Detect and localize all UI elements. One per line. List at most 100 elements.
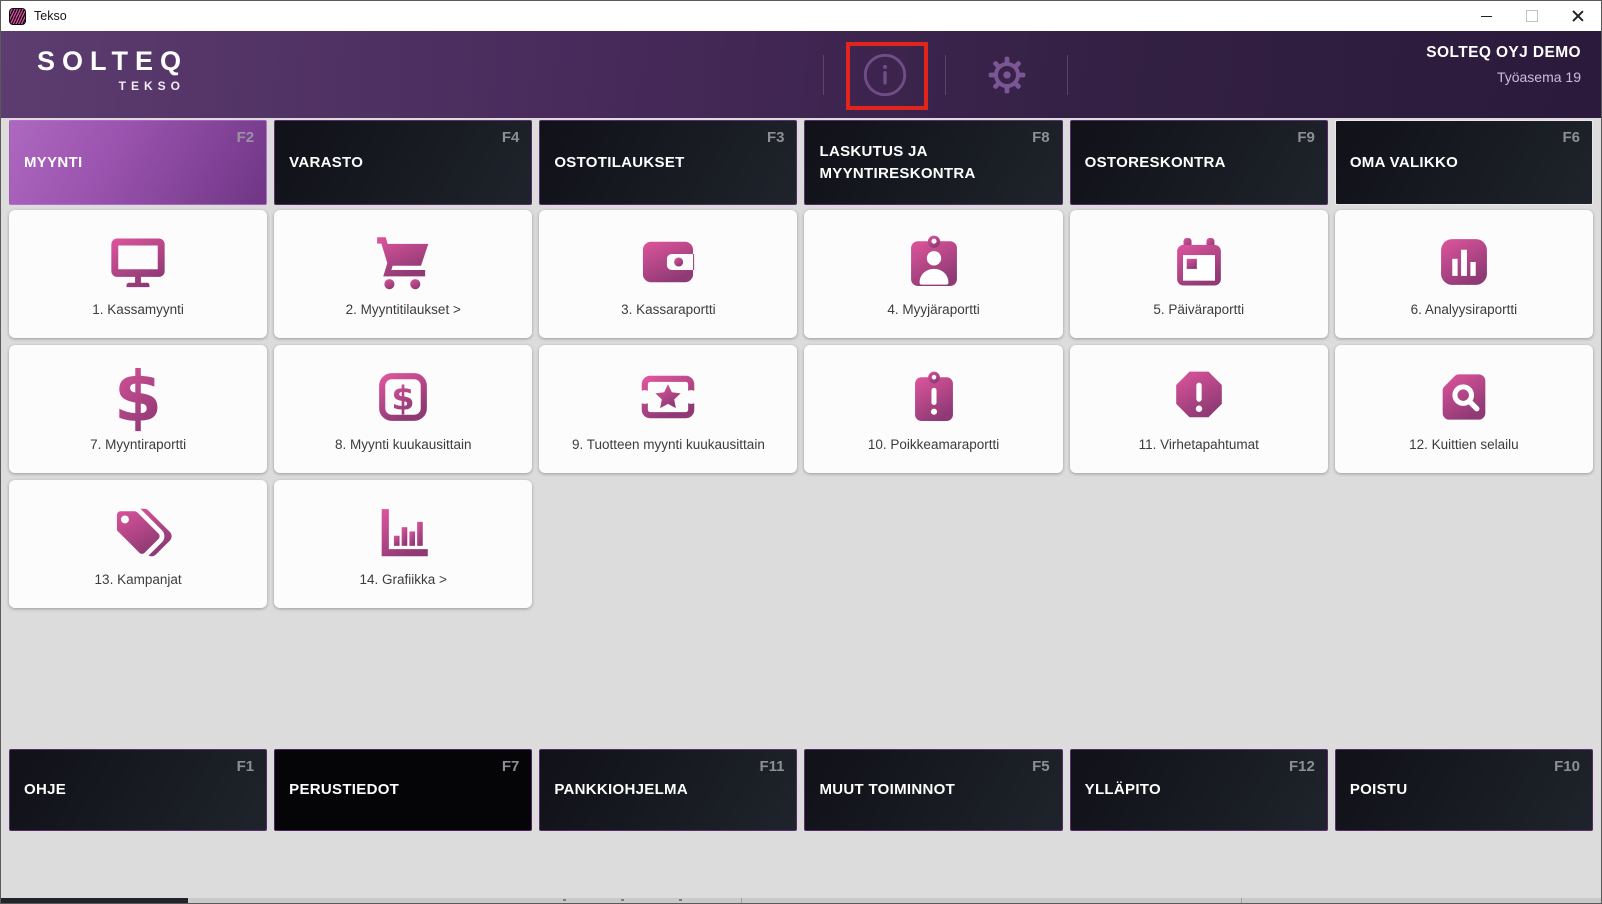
taskbar-peek bbox=[1, 898, 1601, 903]
tile-9-tuotteen-myynti-kuukausittain[interactable]: 9. Tuotteen myynti kuukausittain bbox=[539, 345, 798, 473]
tile-label: 14. Grafiikka > bbox=[359, 572, 447, 587]
svg-text:$: $ bbox=[114, 358, 162, 438]
tab-ostotilaukset[interactable]: F3 OSTOTILAUKSET bbox=[539, 120, 798, 205]
settings-button[interactable] bbox=[946, 31, 1067, 118]
top-tab-bar: F2 MYYNTI F4 VARASTO F3 OSTOTILAUKSET F8… bbox=[9, 120, 1593, 205]
taskbar-peek-dark bbox=[1, 898, 188, 903]
company-name: SOLTEQ OYJ DEMO bbox=[1426, 44, 1581, 61]
fkey-badge: F2 bbox=[236, 129, 255, 146]
fkey-badge: F7 bbox=[501, 758, 520, 775]
fkey-badge: F5 bbox=[1032, 758, 1050, 775]
divider bbox=[1067, 54, 1068, 95]
tile-label: 6. Analyysiraportti bbox=[1410, 302, 1518, 317]
tile-label: 5. Päiväraportti bbox=[1153, 302, 1245, 317]
tab-label: OMA VALIKKO bbox=[1349, 153, 1459, 171]
bar-graph-icon bbox=[371, 496, 435, 568]
fkey-badge: F6 bbox=[1562, 129, 1580, 146]
tile-5-päiväraportti[interactable]: 5. Päiväraportti bbox=[1069, 210, 1328, 338]
tile-label: 9. Tuotteen myynti kuukausittain bbox=[571, 437, 765, 452]
fkey-badge: F4 bbox=[501, 129, 520, 146]
titlebar: Tekso bbox=[1, 1, 1601, 31]
app-header: SOLTEQ TEKSO SOLTEQ OYJ DEMO Työasema 19 bbox=[1, 31, 1601, 118]
tile-label: 13. Kampanjat bbox=[94, 572, 182, 587]
tab-ostoreskontra[interactable]: F9 OSTORESKONTRA bbox=[1069, 120, 1328, 205]
tile-12-kuittien-selailu[interactable]: 12. Kuittien selailu bbox=[1334, 345, 1593, 473]
tile-label: 7. Myyntiraportti bbox=[90, 437, 187, 452]
tile-label: 2. Myyntitilaukset > bbox=[345, 302, 461, 317]
clipboard-alert-icon bbox=[902, 361, 966, 433]
tab-myynti[interactable]: F2 MYYNTI bbox=[9, 120, 268, 205]
button-perustiedot[interactable]: F7 PERUSTIEDOT bbox=[274, 749, 533, 831]
tab-label: POISTU bbox=[1349, 781, 1408, 799]
close-icon bbox=[1572, 10, 1584, 22]
tab-label: MYYNTI bbox=[24, 153, 83, 171]
fkey-badge: F3 bbox=[766, 129, 785, 146]
button-muut-toiminnot[interactable]: F5 MUUT TOIMINNOT bbox=[804, 749, 1063, 831]
info-button[interactable] bbox=[824, 31, 945, 118]
tile-13-kampanjat[interactable]: 13. Kampanjat bbox=[9, 480, 268, 608]
tile-label: 10. Poikkeamaraportti bbox=[867, 437, 1000, 452]
receipt-search-icon bbox=[1432, 361, 1496, 433]
fkey-badge: F12 bbox=[1288, 758, 1315, 775]
gear-icon bbox=[988, 56, 1025, 93]
window-title: Tekso bbox=[34, 9, 67, 23]
workstation-label: Työasema 19 bbox=[1496, 69, 1581, 85]
tile-8-myynti-kuukausittain[interactable]: $ 8. Myynti kuukausittain bbox=[274, 345, 533, 473]
tile-7-myyntiraportti[interactable]: $ 7. Myyntiraportti bbox=[9, 345, 268, 473]
session-info: SOLTEQ OYJ DEMO Työasema 19 bbox=[1426, 44, 1581, 85]
solteq-logo: SOLTEQ TEKSO bbox=[37, 48, 188, 94]
tile-11-virhetapahtumat[interactable]: 11. Virhetapahtumat bbox=[1069, 345, 1328, 473]
button-ylläpito[interactable]: F12 YLLÄPITO bbox=[1069, 749, 1328, 831]
tab-laskutus-ja-myyntireskontra[interactable]: F8 LASKUTUS JA MYYNTIRESKONTRA bbox=[804, 120, 1063, 205]
calendar-icon bbox=[1167, 226, 1231, 298]
tab-label: OSTORESKONTRA bbox=[1084, 153, 1226, 171]
minimize-button[interactable] bbox=[1463, 1, 1509, 31]
tile-3-kassaraportti[interactable]: 3. Kassaraportti bbox=[539, 210, 798, 338]
bill-dollar-icon: $ bbox=[371, 361, 435, 433]
tick bbox=[621, 899, 624, 901]
logo-secondary-text: TEKSO bbox=[118, 79, 186, 93]
id-badge-icon bbox=[902, 226, 966, 298]
app-window: Tekso SOLTEQ TEKSO SOLTEQ OYJ DEMO Työas… bbox=[0, 0, 1602, 904]
tile-2-myyntitilaukset[interactable]: 2. Myyntitilaukset > bbox=[274, 210, 533, 338]
bottom-tab-bar: F1 OHJE F7 PERUSTIEDOT F11 PANKKIOHJELMA… bbox=[9, 749, 1593, 831]
fkey-badge: F1 bbox=[236, 758, 255, 775]
wallet-icon bbox=[636, 226, 700, 298]
tile-label: 4. Myyjäraportti bbox=[887, 302, 980, 317]
monitor-icon bbox=[106, 226, 170, 298]
button-ohje[interactable]: F1 OHJE bbox=[9, 749, 268, 831]
cart-icon bbox=[371, 226, 435, 298]
maximize-icon bbox=[1526, 10, 1538, 22]
fkey-badge: F11 bbox=[759, 758, 785, 775]
chart-square-icon bbox=[1432, 226, 1496, 298]
fkey-badge: F10 bbox=[1554, 758, 1580, 775]
info-icon bbox=[863, 53, 906, 96]
octagon-alert-icon bbox=[1167, 361, 1231, 433]
tab-label: MUUT TOIMINNOT bbox=[819, 781, 956, 799]
divider bbox=[741, 898, 742, 903]
close-button[interactable] bbox=[1555, 1, 1601, 31]
button-poistu[interactable]: F10 POISTU bbox=[1334, 749, 1593, 831]
tile-14-grafiikka[interactable]: 14. Grafiikka > bbox=[274, 480, 533, 608]
tile-4-myyjäraportti[interactable]: 4. Myyjäraportti bbox=[804, 210, 1063, 338]
fkey-badge: F8 bbox=[1032, 129, 1050, 146]
tab-label: PANKKIOHJELMA bbox=[554, 781, 688, 799]
tile-label: 12. Kuittien selailu bbox=[1409, 437, 1519, 452]
tile-6-analyysiraportti[interactable]: 6. Analyysiraportti bbox=[1334, 210, 1593, 338]
tab-varasto[interactable]: F4 VARASTO bbox=[274, 120, 533, 205]
tile-1-kassamyynti[interactable]: 1. Kassamyynti bbox=[9, 210, 268, 338]
tab-label: OHJE bbox=[24, 781, 67, 799]
tile-10-poikkeamaraportti[interactable]: 10. Poikkeamaraportti bbox=[804, 345, 1063, 473]
window-controls bbox=[1463, 1, 1601, 31]
dollar-icon: $ bbox=[106, 358, 170, 438]
minimize-icon bbox=[1480, 15, 1492, 17]
tab-oma-valikko[interactable]: F6 OMA VALIKKO bbox=[1334, 120, 1593, 205]
tab-label: OSTOTILAUKSET bbox=[554, 153, 685, 171]
maximize-button[interactable] bbox=[1509, 1, 1555, 31]
tick bbox=[563, 899, 566, 901]
tab-label: VARASTO bbox=[289, 153, 364, 171]
button-pankkiohjelma[interactable]: F11 PANKKIOHJELMA bbox=[539, 749, 798, 831]
header-icon-group bbox=[823, 31, 1068, 118]
ticket-star-icon bbox=[636, 361, 700, 433]
tab-label: LASKUTUS JA MYYNTIRESKONTRA bbox=[819, 142, 976, 182]
